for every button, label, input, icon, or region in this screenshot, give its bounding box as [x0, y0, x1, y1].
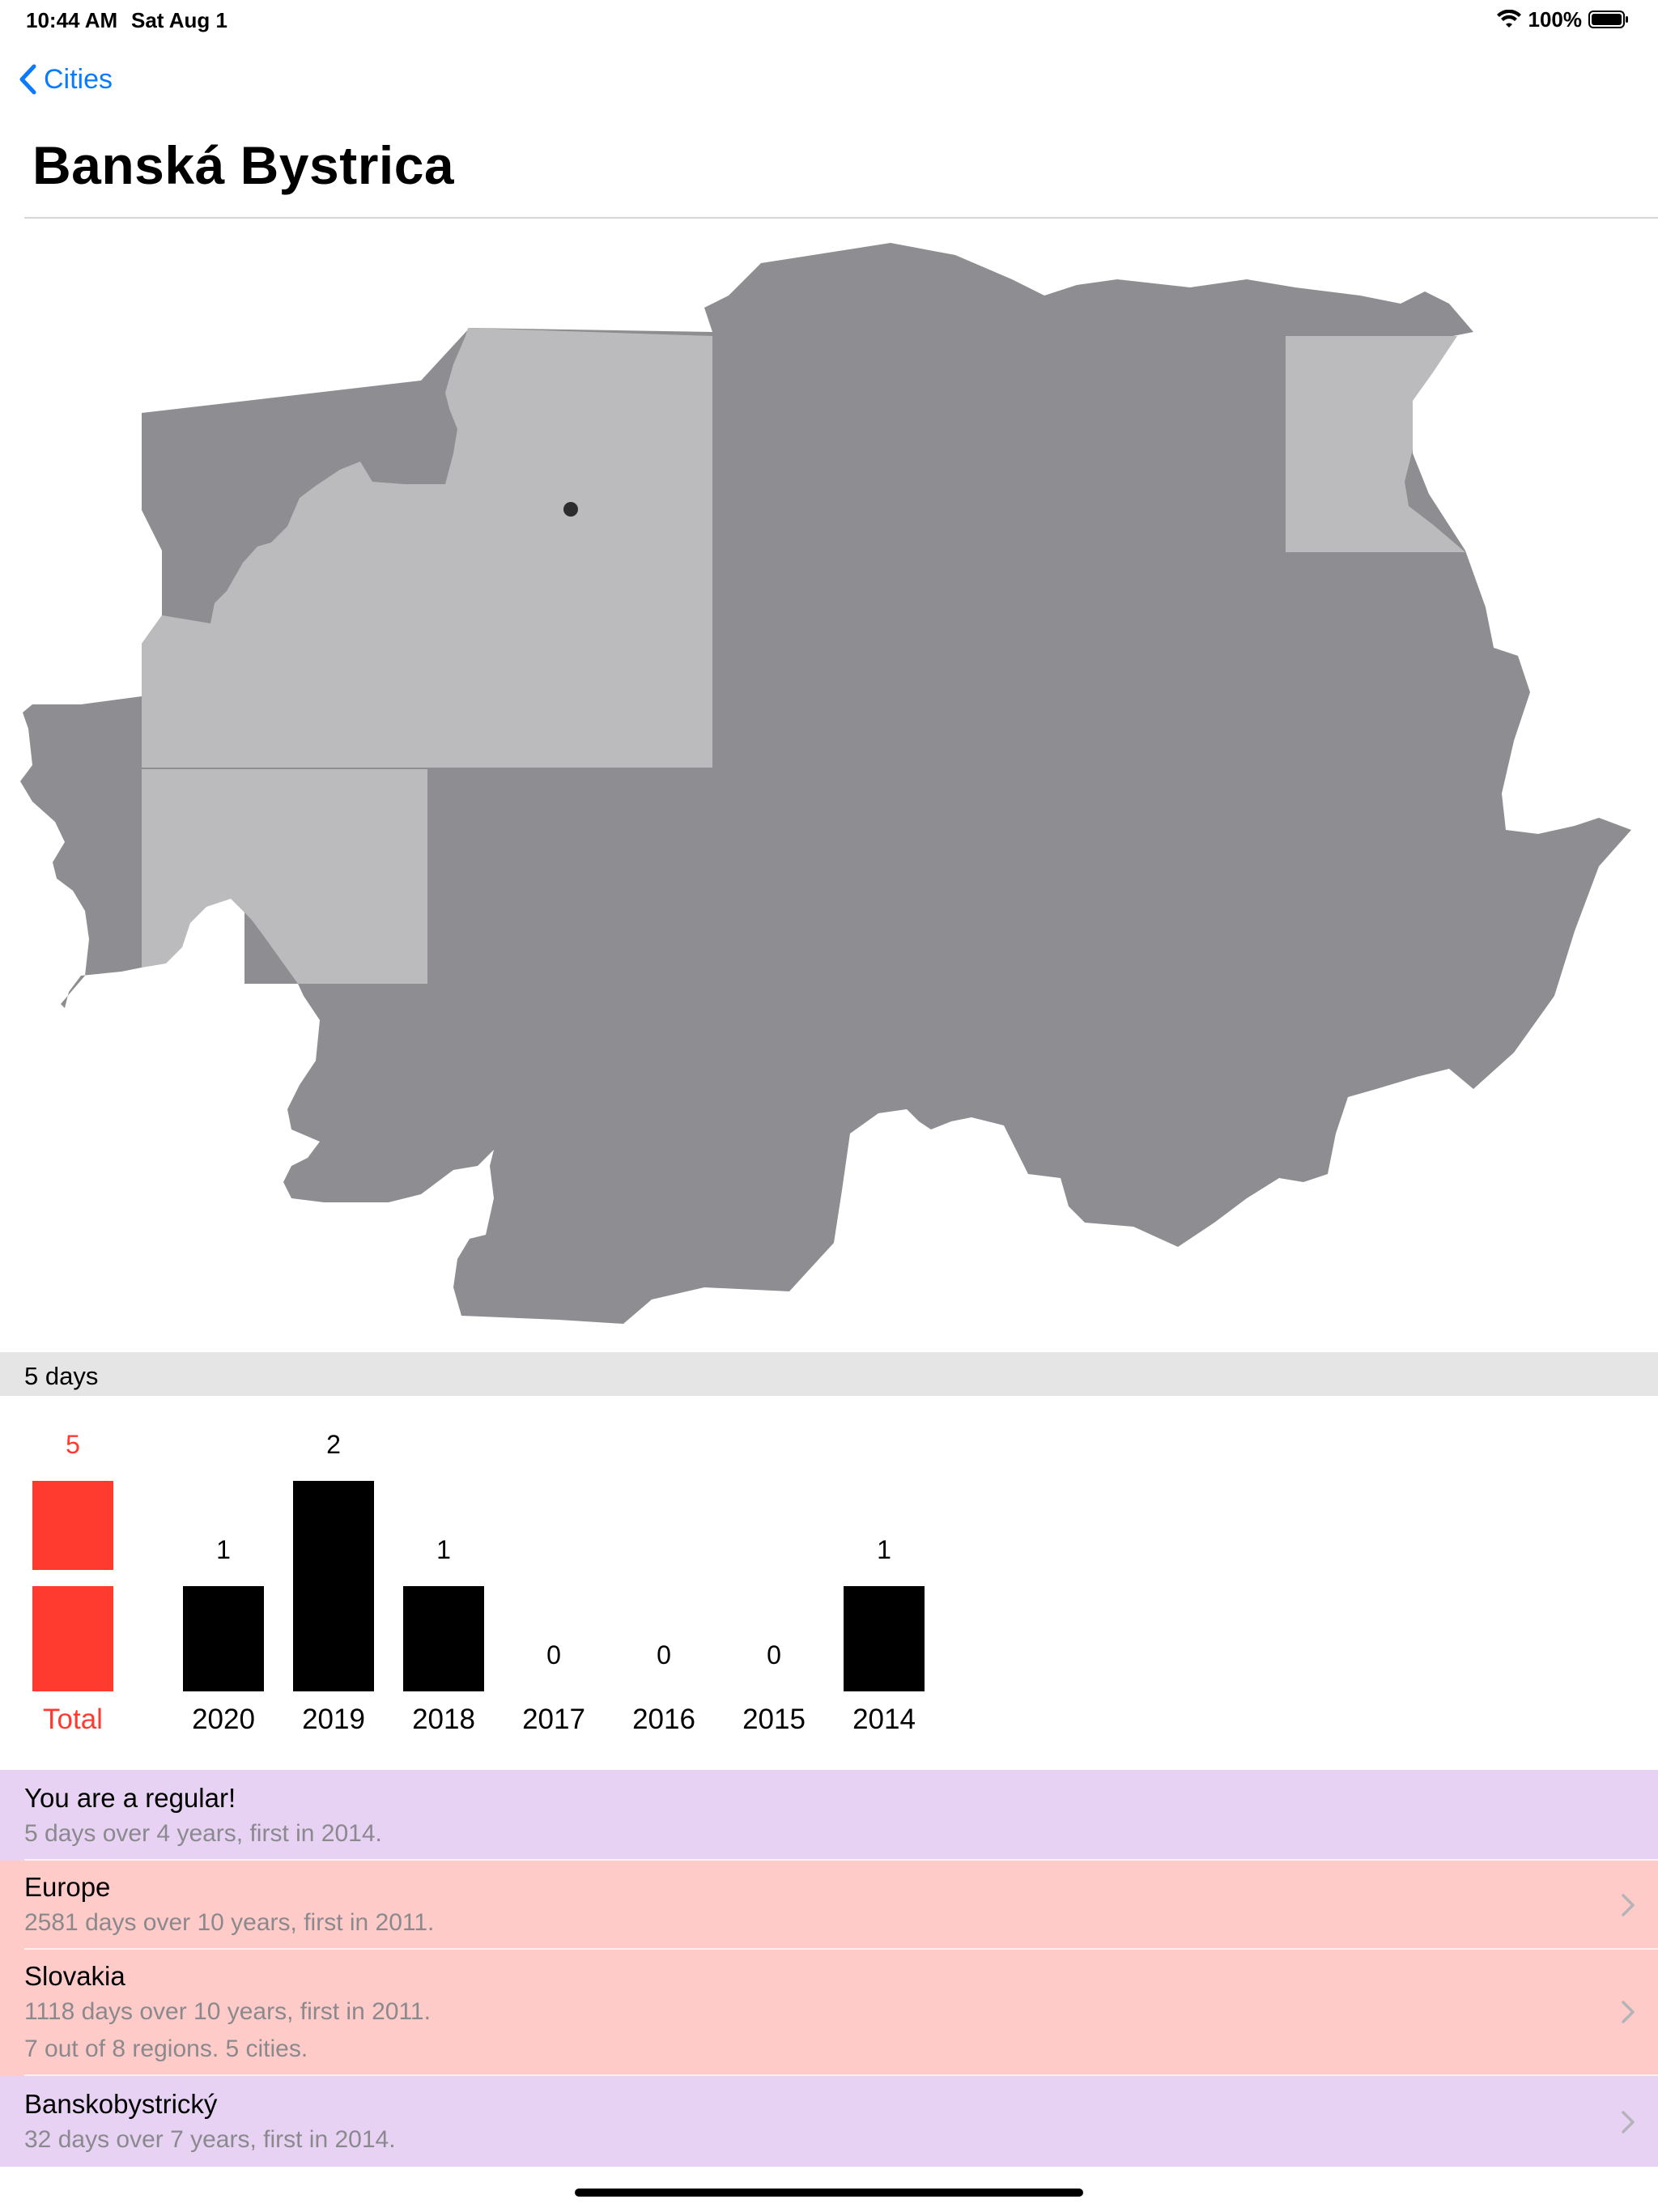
- banskobystricky-row-title: Banskobystrický: [24, 2089, 218, 2119]
- row-separator: [24, 1859, 1658, 1861]
- wifi-icon: [1496, 10, 1521, 28]
- total-label: Total: [43, 1704, 103, 1735]
- year-label: 2017: [522, 1704, 585, 1735]
- europe-row[interactable]: Europe 2581 days over 10 years, first in…: [0, 1861, 1658, 1950]
- chevron-right-icon: [1622, 2111, 1635, 2133]
- banskobystricky-row[interactable]: Banskobystrický 32 days over 7 years, fi…: [0, 2076, 1658, 2167]
- slovakia-row[interactable]: Slovakia 1118 days over 10 years, first …: [0, 1950, 1658, 2076]
- year-bar: [183, 1586, 264, 1691]
- year-value-label: 1: [877, 1535, 891, 1564]
- slovakia-row-subtitle: 1118 days over 10 years, first in 2011.: [24, 1998, 431, 2025]
- region-map[interactable]: [0, 220, 1658, 1351]
- status-date: Sat Aug 1: [131, 8, 227, 32]
- total-bar-segment-bottom: [32, 1586, 113, 1691]
- row-separator: [24, 2074, 1658, 2076]
- row-separator: [24, 1948, 1658, 1950]
- region-map-svg: [20, 243, 1631, 1324]
- city-location-marker: [563, 502, 578, 517]
- back-label: Cities: [44, 63, 113, 95]
- year-value-label: 2: [326, 1430, 341, 1459]
- status-right: 100%: [1496, 6, 1630, 32]
- chevron-right-icon: [1622, 1894, 1635, 1916]
- battery-percent: 100%: [1528, 6, 1583, 32]
- chevron-left-icon: [19, 64, 36, 95]
- year-label: 2019: [302, 1704, 365, 1735]
- year-label: 2016: [632, 1704, 695, 1735]
- district-light-region-southwest[interactable]: [142, 769, 427, 984]
- year-label: 2014: [852, 1704, 916, 1735]
- year-value-label: 1: [216, 1535, 231, 1564]
- year-bar: [293, 1481, 374, 1691]
- year-value-label: 0: [546, 1640, 561, 1670]
- regular-row-subtitle: 5 days over 4 years, first in 2014.: [24, 1820, 382, 1847]
- year-bar: [403, 1586, 484, 1691]
- slovakia-row-detail: 7 out of 8 regions. 5 cities.: [24, 2035, 308, 2062]
- europe-row-title: Europe: [24, 1872, 111, 1902]
- status-time: 10:44 AM: [26, 8, 118, 32]
- total-value-label: 5: [66, 1430, 80, 1459]
- year-bar: [844, 1586, 925, 1691]
- year-label: 2018: [412, 1704, 475, 1735]
- home-indicator[interactable]: [575, 2189, 1083, 2197]
- page-title: Banská Bystrica: [32, 135, 455, 195]
- europe-row-subtitle: 2581 days over 10 years, first in 2011.: [24, 1909, 435, 1936]
- year-value-label: 1: [436, 1535, 451, 1564]
- regular-row: You are a regular! 5 days over 4 years, …: [0, 1770, 1658, 1861]
- year-label: 2020: [192, 1704, 255, 1735]
- banskobystricky-row-subtitle: 32 days over 7 years, first in 2014.: [24, 2126, 396, 2153]
- days-count-label: 5 days: [24, 1362, 99, 1390]
- year-value-label: 0: [657, 1640, 671, 1670]
- total-bar-segment-top: [32, 1481, 113, 1570]
- chevron-right-icon: [1622, 2001, 1635, 2023]
- back-button[interactable]: Cities: [18, 60, 113, 99]
- days-per-year-chart: 5 Total 1 2020 2 2019 1 2018 0 2017 0 2016 0 2015 1 2…: [0, 1396, 1658, 1772]
- year-label: 2015: [742, 1704, 806, 1735]
- battery-icon: [1588, 11, 1628, 28]
- status-bar: 10:44 AM Sat Aug 1 100%: [0, 0, 1658, 39]
- regular-row-title: You are a regular!: [24, 1783, 236, 1813]
- slovakia-row-title: Slovakia: [24, 1961, 125, 1991]
- days-section-header: 5 days: [0, 1352, 1658, 1396]
- title-divider: [24, 217, 1658, 219]
- year-value-label: 0: [767, 1640, 781, 1670]
